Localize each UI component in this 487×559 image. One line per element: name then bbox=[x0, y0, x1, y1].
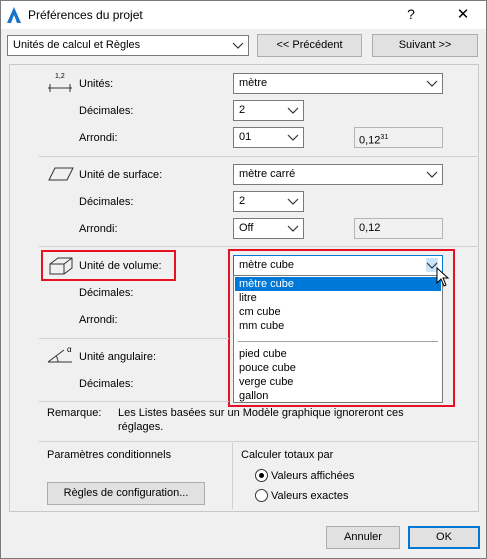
dropdown-option-mm-cube[interactable]: mm cube bbox=[235, 319, 441, 333]
volume-rounding-label: Arrondi: bbox=[79, 314, 118, 326]
area-preview-field: 0,12 bbox=[354, 218, 443, 239]
area-rounding-label: Arrondi: bbox=[79, 223, 118, 235]
length-unit-label: Unités: bbox=[79, 78, 114, 90]
area-unit-label: Unité de surface: bbox=[79, 169, 163, 181]
configuration-rules-button[interactable]: Règles de configuration... bbox=[47, 482, 205, 505]
length-rounding-label: Arrondi: bbox=[79, 132, 118, 144]
chevron-down-icon bbox=[287, 134, 299, 141]
divider bbox=[39, 156, 477, 157]
archicad-app-icon bbox=[7, 7, 21, 23]
dropdown-option-pouce-cube[interactable]: pouce cube bbox=[235, 361, 441, 375]
volume-unit-value: mètre cube bbox=[239, 259, 295, 271]
chevron-down-icon bbox=[426, 171, 438, 178]
area-decimals-label: Décimales: bbox=[79, 196, 134, 208]
length-decimals-select[interactable]: 2 bbox=[233, 100, 304, 121]
angle-icon-caption: α bbox=[67, 345, 72, 354]
dropdown-separator bbox=[238, 341, 438, 342]
angle-decimals-label: Décimales: bbox=[79, 378, 134, 390]
remark-label: Remarque: bbox=[47, 407, 102, 419]
length-rounding-value: 01 bbox=[239, 131, 252, 143]
volume-unit-dropdown: mètre cube litre cm cube mm cube pied cu… bbox=[233, 275, 443, 403]
chevron-down-icon bbox=[287, 225, 299, 232]
length-unit-value: mètre bbox=[239, 77, 268, 89]
window-title: Préférences du projet bbox=[28, 8, 143, 22]
chevron-down-icon bbox=[426, 80, 438, 87]
divider bbox=[39, 441, 477, 442]
length-decimals-label: Décimales: bbox=[79, 105, 134, 117]
chevron-down-icon bbox=[232, 42, 244, 49]
area-unit-value: mètre carré bbox=[239, 168, 296, 180]
totals-label: Calculer totaux par bbox=[241, 449, 334, 461]
displayed-values-label[interactable]: Valeurs affichées bbox=[271, 470, 354, 482]
divider bbox=[39, 246, 477, 247]
volume-cube-icon bbox=[49, 257, 73, 275]
divider bbox=[39, 401, 229, 402]
angle-unit-label: Unité angulaire: bbox=[79, 351, 157, 363]
length-unit-select[interactable]: mètre bbox=[233, 73, 443, 94]
area-preview-value: 0,12 bbox=[359, 222, 381, 234]
volume-unit-select[interactable]: mètre cube bbox=[233, 255, 443, 276]
dropdown-option-gallon[interactable]: gallon bbox=[235, 389, 441, 403]
chevron-down-icon bbox=[287, 107, 299, 114]
previous-button[interactable]: << Précédent bbox=[257, 34, 362, 57]
vertical-divider bbox=[232, 443, 233, 509]
length-rounding-select[interactable]: 01 bbox=[233, 127, 304, 148]
mouse-cursor-icon bbox=[436, 267, 450, 287]
conditional-params-label: Paramètres conditionnels bbox=[47, 449, 172, 461]
area-parallelogram-icon bbox=[48, 167, 74, 181]
length-preview-value: 0,12 bbox=[359, 134, 381, 147]
title-bar: Préférences du projet ? ✕ bbox=[1, 1, 486, 29]
help-button[interactable]: ? bbox=[401, 6, 421, 22]
preferences-dialog: Préférences du projet ? ✕ Unités de calc… bbox=[0, 0, 487, 559]
volume-decimals-label: Décimales: bbox=[79, 287, 134, 299]
area-unit-select[interactable]: mètre carré bbox=[233, 164, 443, 185]
category-select[interactable]: Unités de calcul et Règles bbox=[7, 35, 249, 56]
area-decimals-select[interactable]: 2 bbox=[233, 191, 304, 212]
remark-text-line1: Les Listes basées sur un Modèle graphiqu… bbox=[118, 407, 404, 419]
ok-button[interactable]: OK bbox=[408, 526, 480, 549]
dropdown-option-verge-cube[interactable]: verge cube bbox=[235, 375, 441, 389]
area-rounding-value: Off bbox=[239, 222, 254, 234]
cancel-button[interactable]: Annuler bbox=[326, 526, 400, 549]
close-button[interactable]: ✕ bbox=[453, 5, 473, 23]
dropdown-option-litre[interactable]: litre bbox=[235, 291, 441, 305]
dropdown-option-pied-cube[interactable]: pied cube bbox=[235, 347, 441, 361]
exact-values-label[interactable]: Valeurs exactes bbox=[271, 490, 348, 502]
length-icon-caption: 1,2 bbox=[55, 73, 65, 80]
radio-exact-values[interactable] bbox=[255, 489, 268, 502]
dropdown-option-cm-cube[interactable]: cm cube bbox=[235, 305, 441, 319]
chevron-down-icon bbox=[287, 198, 299, 205]
length-decimals-value: 2 bbox=[239, 104, 246, 116]
length-preview-sup: 31 bbox=[380, 134, 389, 141]
category-select-value: Unités de calcul et Règles bbox=[13, 39, 141, 51]
divider bbox=[39, 338, 229, 339]
radio-displayed-values[interactable] bbox=[255, 469, 268, 482]
remark-text-line2: réglages. bbox=[118, 421, 164, 433]
area-decimals-value: 2 bbox=[239, 195, 246, 207]
area-rounding-select[interactable]: Off bbox=[233, 218, 304, 239]
volume-unit-label: Unité de volume: bbox=[79, 260, 162, 272]
next-button[interactable]: Suivant >> bbox=[372, 34, 478, 57]
dropdown-option-metre-cube[interactable]: mètre cube bbox=[235, 277, 441, 291]
length-preview-field: 0,1231 bbox=[354, 127, 443, 148]
